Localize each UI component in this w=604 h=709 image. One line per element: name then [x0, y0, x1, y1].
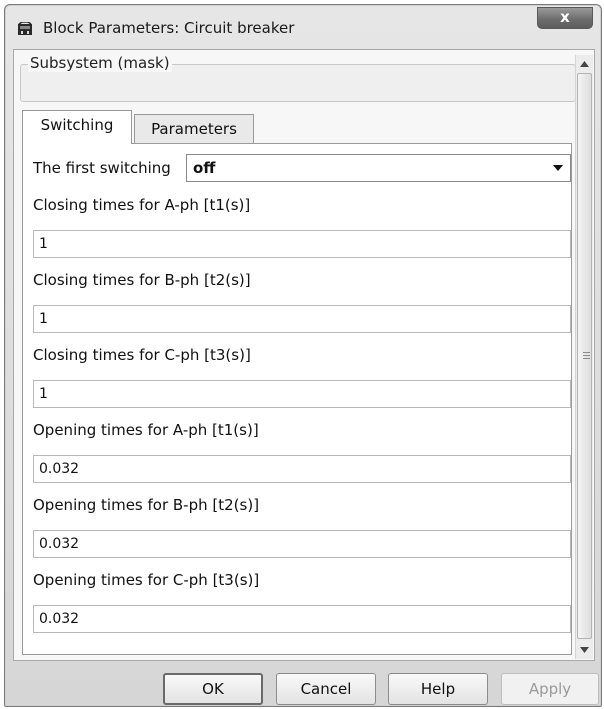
title-bar[interactable]: Block Parameters: Circuit breaker x: [5, 5, 601, 49]
closing-a-input[interactable]: 1: [33, 230, 571, 258]
closing-b-input[interactable]: 1: [33, 305, 571, 333]
window-title: Block Parameters: Circuit breaker: [43, 19, 295, 37]
opening-a-input[interactable]: 0.032: [33, 455, 571, 483]
mask-label: Subsystem (mask): [28, 54, 172, 72]
closing-a-label: Closing times for A-ph [t1(s)]: [33, 196, 251, 214]
chevron-down-icon: [553, 165, 563, 171]
opening-c-input[interactable]: 0.032: [33, 605, 571, 633]
closing-c-label: Closing times for C-ph [t3(s)]: [33, 346, 251, 364]
closing-b-label: Closing times for B-ph [t2(s)]: [33, 271, 251, 289]
opening-b-input[interactable]: 0.032: [33, 530, 571, 558]
vertical-scrollbar[interactable]: [575, 55, 593, 659]
ok-button[interactable]: OK: [163, 673, 263, 705]
apply-button[interactable]: Apply: [501, 673, 599, 705]
close-icon: x: [560, 8, 570, 26]
opening-a-label: Opening times for A-ph [t1(s)]: [33, 421, 259, 439]
first-switching-select[interactable]: off: [186, 154, 571, 182]
dialog-body: Subsystem (mask) Switching Parameters Th…: [13, 49, 595, 661]
opening-b-label: Opening times for B-ph [t2(s)]: [33, 496, 260, 514]
arrow-down-icon[interactable]: [580, 647, 589, 653]
dialog-window: Block Parameters: Circuit breaker x Subs…: [4, 4, 602, 707]
simulink-block-icon: [18, 22, 32, 35]
cancel-button[interactable]: Cancel: [276, 673, 376, 705]
tab-parameters[interactable]: Parameters: [134, 114, 254, 144]
closing-c-input[interactable]: 1: [33, 380, 571, 408]
first-switching-label: The first switching: [33, 159, 171, 177]
tab-switching[interactable]: Switching: [22, 110, 132, 144]
close-button[interactable]: x: [537, 7, 593, 29]
first-switching-value: off: [193, 159, 216, 177]
help-button[interactable]: Help: [388, 673, 488, 705]
grip-icon: [583, 352, 590, 359]
scrollbar-thumb[interactable]: [577, 73, 592, 639]
arrow-up-icon[interactable]: [580, 61, 589, 67]
opening-c-label: Opening times for C-ph [t3(s)]: [33, 571, 260, 589]
switching-panel: The first switching off Closing times fo…: [22, 143, 572, 655]
